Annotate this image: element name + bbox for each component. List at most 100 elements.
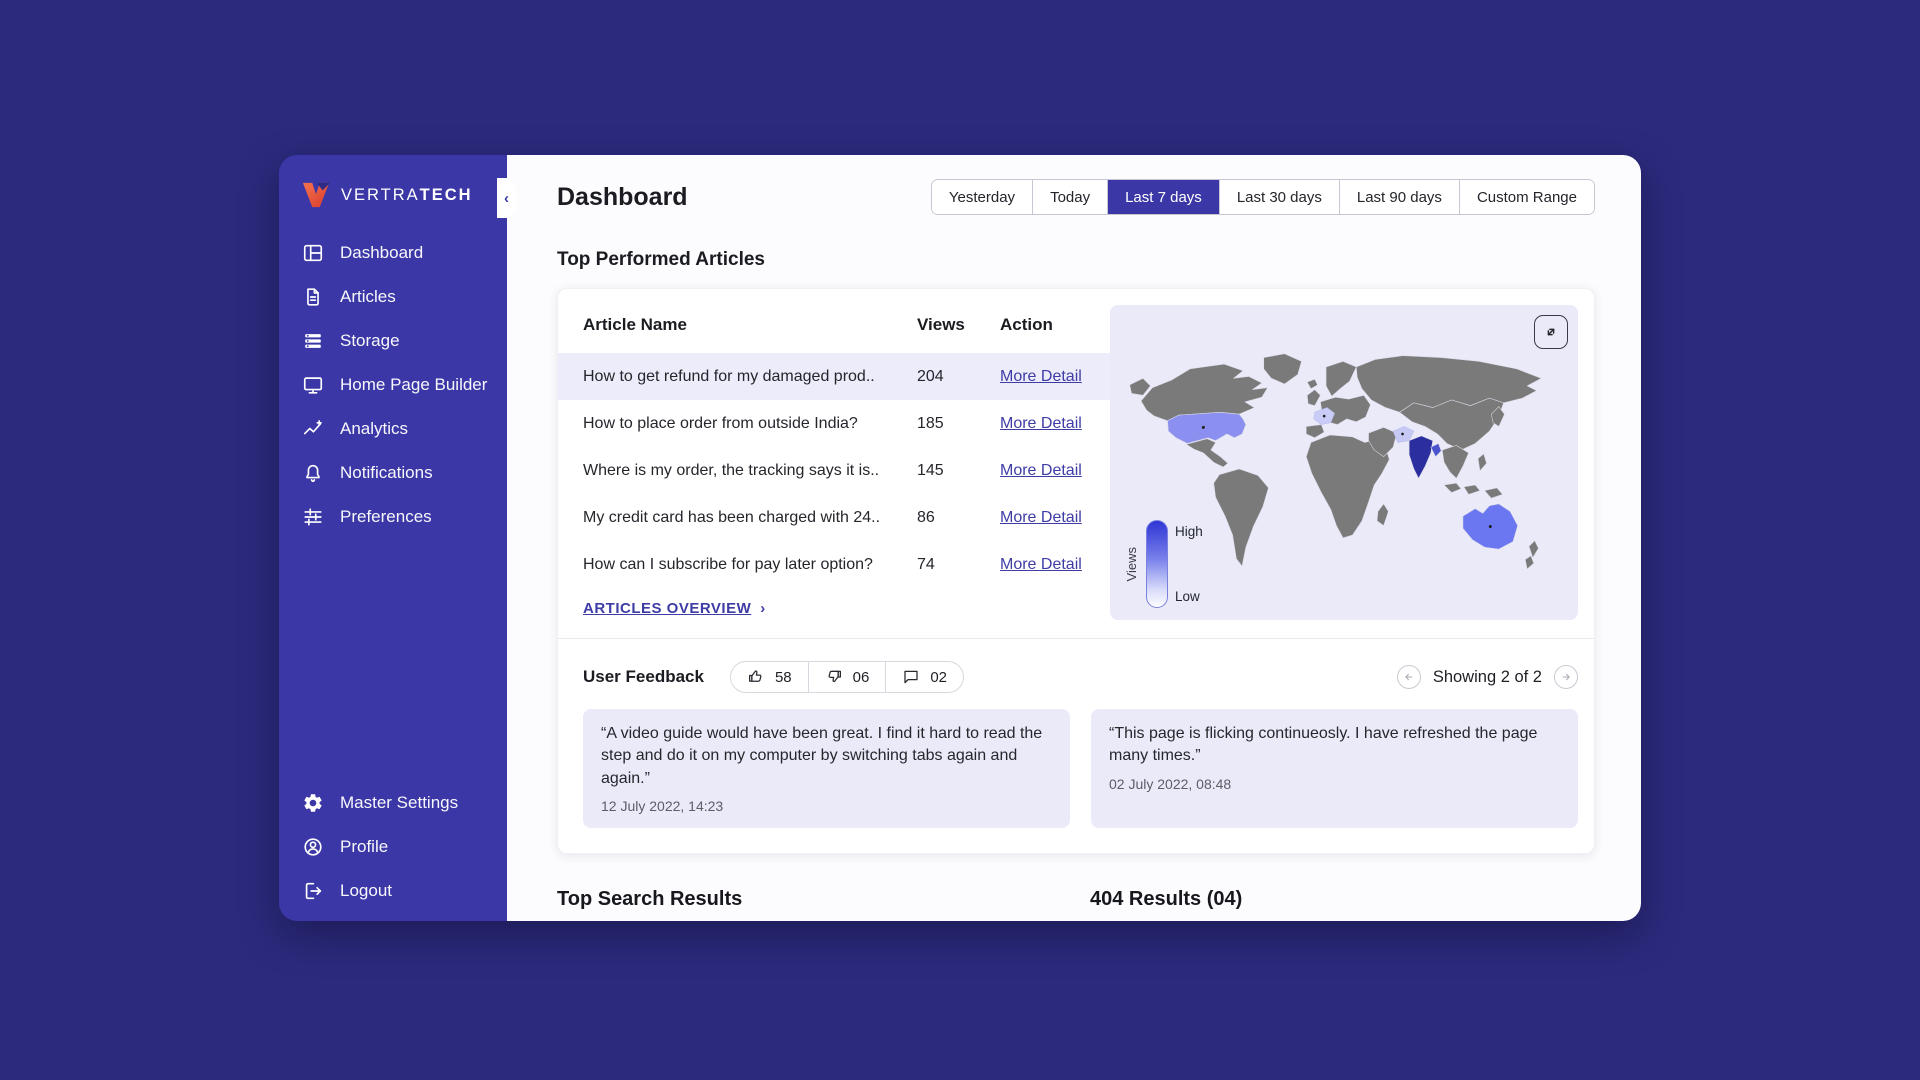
- section-title-404-results: 404 Results (04): [1090, 888, 1242, 911]
- views-map-panel: Views High Low: [1110, 305, 1578, 620]
- article-name: How can I subscribe for pay later option…: [583, 556, 917, 574]
- app-window: VERTRATECH Dashboard Articles: [279, 155, 1641, 921]
- sidebar-item-home-page-builder[interactable]: Home Page Builder: [279, 363, 507, 407]
- comment-icon: [902, 668, 920, 686]
- main-header: Dashboard Yesterday Today Last 7 days La…: [557, 179, 1595, 215]
- table-row[interactable]: My credit card has been charged with 24.…: [558, 494, 1110, 541]
- expand-icon: [1542, 323, 1560, 341]
- tab-today[interactable]: Today: [1032, 180, 1107, 214]
- analytics-icon: [302, 418, 324, 440]
- feedback-text: “This page is flicking continueosly. I h…: [1109, 723, 1560, 768]
- map-expand-button[interactable]: [1534, 315, 1568, 349]
- brand-logo-icon: [301, 181, 331, 209]
- thumbs-down-icon: [825, 668, 843, 686]
- column-header-action: Action: [1000, 315, 1110, 335]
- article-name: How to place order from outside India?: [583, 415, 917, 433]
- sidebar-item-profile[interactable]: Profile: [279, 825, 507, 869]
- table-row[interactable]: How to get refund for my damaged prod.. …: [558, 353, 1110, 400]
- more-detail-link[interactable]: More Detail: [1000, 462, 1110, 480]
- feedback-pagination: Showing 2 of 2: [1397, 665, 1578, 689]
- articles-overview-link[interactable]: ARTICLES OVERVIEW ›: [558, 600, 1110, 617]
- section-title-top-search-results: Top Search Results: [557, 888, 1090, 911]
- table-row[interactable]: How to place order from outside India? 1…: [558, 400, 1110, 447]
- feedback-card: “This page is flicking continueosly. I h…: [1091, 709, 1578, 828]
- tab-last-7-days[interactable]: Last 7 days: [1107, 180, 1219, 214]
- column-header-article-name: Article Name: [583, 315, 917, 335]
- table-row[interactable]: Where is my order, the tracking says it …: [558, 447, 1110, 494]
- legend-gradient-bar: [1146, 520, 1168, 608]
- tab-custom-range[interactable]: Custom Range: [1459, 180, 1594, 214]
- more-detail-link[interactable]: More Detail: [1000, 556, 1110, 574]
- sidebar-item-label: Dashboard: [340, 243, 423, 263]
- pagination-label: Showing 2 of 2: [1433, 668, 1542, 687]
- sidebar-item-logout[interactable]: Logout: [279, 869, 507, 913]
- article-views: 74: [917, 556, 1000, 574]
- feedback-stats: 58 06: [730, 661, 964, 693]
- comments-count: 02: [930, 669, 947, 686]
- sidebar-collapse-button[interactable]: ‹: [497, 178, 516, 218]
- sidebar-item-notifications[interactable]: Notifications: [279, 451, 507, 495]
- previous-page-button[interactable]: [1397, 665, 1421, 689]
- article-name: Where is my order, the tracking says it …: [583, 462, 917, 480]
- sidebar-item-label: Logout: [340, 881, 392, 901]
- article-name: How to get refund for my damaged prod..: [583, 368, 917, 386]
- tab-yesterday[interactable]: Yesterday: [932, 180, 1032, 214]
- more-detail-link[interactable]: More Detail: [1000, 415, 1110, 433]
- likes-stat[interactable]: 58: [731, 662, 808, 692]
- feedback-title: User Feedback: [583, 667, 704, 687]
- map-region-bangladesh[interactable]: [1431, 443, 1441, 456]
- bell-icon: [302, 462, 324, 484]
- sidebar-item-label: Preferences: [340, 507, 432, 527]
- sidebar-item-master-settings[interactable]: Master Settings: [279, 781, 507, 825]
- feedback-card: “A video guide would have been great. I …: [583, 709, 1070, 828]
- gear-icon: [302, 792, 324, 814]
- article-views: 86: [917, 509, 1000, 527]
- tab-last-30-days[interactable]: Last 30 days: [1219, 180, 1339, 214]
- sidebar-item-preferences[interactable]: Preferences: [279, 495, 507, 539]
- more-detail-link[interactable]: More Detail: [1000, 509, 1110, 527]
- map-region-india[interactable]: [1409, 436, 1433, 478]
- monitor-icon: [302, 374, 324, 396]
- sidebar-item-label: Profile: [340, 837, 388, 857]
- feedback-date: 12 July 2022, 14:23: [601, 798, 1052, 814]
- articles-card: Article Name Views Action How to get ref…: [557, 288, 1595, 854]
- logout-icon: [302, 880, 324, 902]
- legend-low-label: Low: [1175, 589, 1203, 604]
- table-row[interactable]: How can I subscribe for pay later option…: [558, 541, 1110, 588]
- table-header-row: Article Name Views Action: [558, 297, 1110, 353]
- arrow-right-icon: [1559, 670, 1573, 684]
- sidebar-item-label: Analytics: [340, 419, 408, 439]
- legend-high-label: High: [1175, 524, 1203, 539]
- user-feedback-section: User Feedback 58: [558, 638, 1594, 828]
- sidebar-item-storage[interactable]: Storage: [279, 319, 507, 363]
- articles-icon: [302, 286, 324, 308]
- profile-icon: [302, 836, 324, 858]
- article-views: 204: [917, 368, 1000, 386]
- sidebar-item-dashboard[interactable]: Dashboard: [279, 231, 507, 275]
- date-range-tabs: Yesterday Today Last 7 days Last 30 days…: [931, 179, 1595, 215]
- likes-count: 58: [775, 669, 792, 686]
- article-views: 145: [917, 462, 1000, 480]
- chevron-right-icon: ›: [760, 600, 766, 617]
- tab-last-90-days[interactable]: Last 90 days: [1339, 180, 1459, 214]
- more-detail-link[interactable]: More Detail: [1000, 368, 1110, 386]
- sidebar: VERTRATECH Dashboard Articles: [279, 155, 507, 921]
- storage-icon: [302, 330, 324, 352]
- dislikes-stat[interactable]: 06: [808, 662, 886, 692]
- next-page-button[interactable]: [1554, 665, 1578, 689]
- comments-stat[interactable]: 02: [885, 662, 963, 692]
- sidebar-item-label: Master Settings: [340, 793, 458, 813]
- thumbs-up-icon: [747, 668, 765, 686]
- article-views: 185: [917, 415, 1000, 433]
- sidebar-item-articles[interactable]: Articles: [279, 275, 507, 319]
- bottom-sections: Top Search Results 404 Results (04): [557, 888, 1595, 911]
- sidebar-item-analytics[interactable]: Analytics: [279, 407, 507, 451]
- map-legend: Views High Low: [1124, 516, 1203, 612]
- preferences-icon: [302, 506, 324, 528]
- brand-name: VERTRATECH: [341, 186, 473, 205]
- sidebar-item-label: Notifications: [340, 463, 433, 483]
- articles-table: Article Name Views Action How to get ref…: [558, 289, 1110, 638]
- sidebar-item-label: Storage: [340, 331, 400, 351]
- arrow-left-icon: [1402, 670, 1416, 684]
- section-title-top-performed-articles: Top Performed Articles: [557, 249, 1595, 271]
